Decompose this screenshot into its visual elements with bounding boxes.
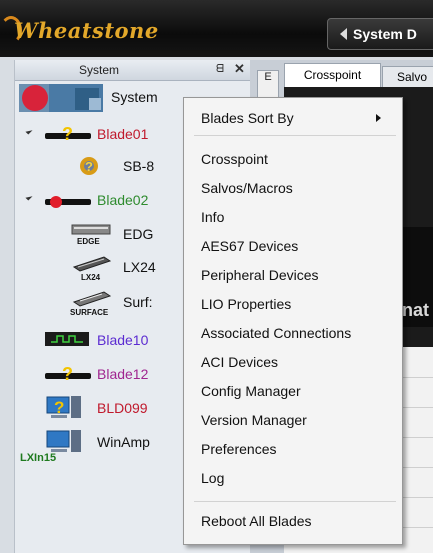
svg-text:?: ? bbox=[54, 398, 64, 417]
tree-item-label: WinAmp bbox=[97, 434, 150, 450]
tab-salvos[interactable]: Salvo bbox=[382, 66, 433, 87]
menu-item-label: Log bbox=[201, 470, 225, 486]
close-icon[interactable]: ✕ bbox=[234, 61, 245, 77]
menu-item-label: AES67 Devices bbox=[201, 238, 299, 254]
waveform-blade-icon bbox=[45, 332, 89, 346]
watermark-text: nat bbox=[402, 300, 429, 320]
tree-item-label: BLD099 bbox=[97, 400, 148, 416]
menu-item-aci-devices[interactable]: ACI Devices bbox=[184, 350, 402, 374]
menu-item-label: Reboot All Blades bbox=[201, 513, 312, 529]
menu-item-lio-properties[interactable]: LIO Properties bbox=[184, 292, 402, 316]
menu-item-info[interactable]: Info bbox=[184, 205, 402, 229]
menu-item-crosspoint[interactable]: Crosspoint bbox=[184, 147, 402, 171]
tab-vertical[interactable]: E bbox=[257, 70, 279, 98]
blade-warning-icon: ? bbox=[45, 124, 91, 144]
collapse-icon bbox=[25, 127, 33, 135]
menu-item-preferences[interactable]: Preferences bbox=[184, 437, 402, 461]
svg-text:?: ? bbox=[85, 159, 93, 174]
menu-item-aes67-devices[interactable]: AES67 Devices bbox=[184, 234, 402, 258]
svg-text:?: ? bbox=[62, 364, 73, 384]
panel-header: System ᗺ ✕ bbox=[15, 60, 251, 81]
back-arrow-icon bbox=[340, 28, 347, 40]
menu-item-label: LIO Properties bbox=[201, 296, 292, 312]
system-button[interactable]: System D bbox=[327, 18, 433, 50]
brand-logo: Wheatstone bbox=[14, 18, 159, 43]
tab-vertical-label: E bbox=[264, 71, 272, 83]
lx24-icon bbox=[72, 256, 112, 272]
menu-item-label: Crosspoint bbox=[201, 151, 268, 167]
tree-item-label: Surf: bbox=[123, 294, 153, 310]
menu-item-label: ACI Devices bbox=[201, 354, 279, 370]
menu-separator bbox=[194, 501, 396, 502]
menu-item-label: Config Manager bbox=[201, 383, 301, 399]
tree-item-label: SB-8 bbox=[123, 158, 155, 174]
blade-error-icon bbox=[45, 196, 91, 208]
tab-crosspoint[interactable]: Crosspoint bbox=[284, 63, 381, 87]
sb-icon: ? bbox=[80, 157, 98, 175]
lx24-badge: LX24 bbox=[81, 273, 101, 282]
menu-item-label: Preferences bbox=[201, 441, 277, 457]
grid-source-label: LXIn15 bbox=[20, 452, 57, 464]
tree-item-label: LX24 bbox=[123, 259, 156, 275]
svg-text:?: ? bbox=[62, 124, 73, 144]
menu-item-associated-connections[interactable]: Associated Connections bbox=[184, 321, 402, 345]
surface-badge: SURFACE bbox=[70, 308, 109, 317]
menu-item-log[interactable]: Log bbox=[184, 466, 402, 490]
menu-item-version-manager[interactable]: Version Manager bbox=[184, 408, 402, 432]
tree-item-label: Blade01 bbox=[97, 126, 149, 142]
menu-item-peripheral-devices[interactable]: Peripheral Devices bbox=[184, 263, 402, 287]
edge-badge: EDGE bbox=[77, 237, 100, 246]
system-button-label: System D bbox=[353, 26, 417, 42]
menu-item-label: Associated Connections bbox=[201, 325, 352, 341]
tree-item-label: Blade12 bbox=[97, 366, 149, 382]
pin-icon[interactable]: ᗺ bbox=[216, 63, 224, 76]
menu-item-salvos-macros[interactable]: Salvos/Macros bbox=[184, 176, 402, 200]
panel-title: System bbox=[79, 63, 120, 77]
blade-warning-icon: ? bbox=[45, 364, 91, 384]
menu-item-label: Salvos/Macros bbox=[201, 180, 293, 196]
menu-item-blades-sort-by[interactable]: Blades Sort By bbox=[184, 106, 402, 130]
collapse-icon bbox=[25, 193, 33, 201]
title-bar: Wheatstone System D bbox=[0, 0, 433, 57]
menu-item-label: Blades Sort By bbox=[201, 110, 294, 126]
menu-item-reboot-all-blades[interactable]: Reboot All Blades bbox=[184, 509, 402, 533]
computer-warning-icon: ? bbox=[46, 396, 81, 418]
menu-item-label: Peripheral Devices bbox=[201, 267, 319, 283]
context-menu: Blades Sort By Crosspoint Salvos/Macros … bbox=[183, 97, 403, 545]
menu-item-config-manager[interactable]: Config Manager bbox=[184, 379, 402, 403]
surface-icon bbox=[72, 291, 112, 307]
tree-item-label: Blade10 bbox=[97, 332, 149, 348]
submenu-arrow-icon bbox=[376, 114, 381, 122]
tree-item-label: Blade02 bbox=[97, 192, 149, 208]
menu-separator bbox=[194, 135, 396, 136]
tree-item-label: EDG bbox=[123, 226, 154, 242]
menu-item-label: Info bbox=[201, 209, 225, 225]
menu-item-label: Version Manager bbox=[201, 412, 307, 428]
tree-root-label: System bbox=[111, 89, 158, 105]
system-root-icon bbox=[19, 84, 103, 112]
